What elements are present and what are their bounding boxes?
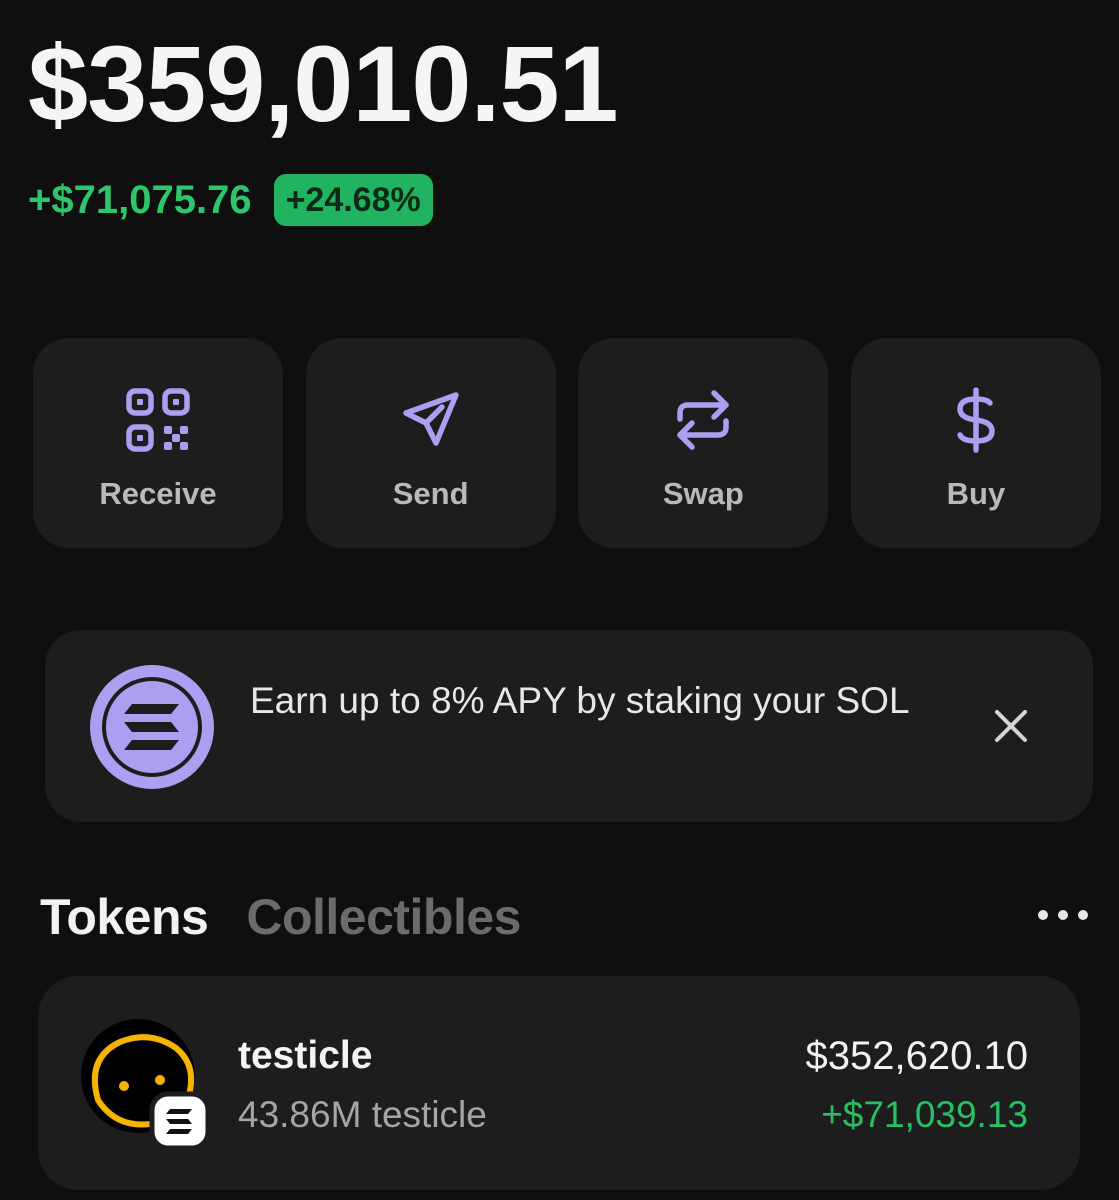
solana-badge-icon [149, 1091, 211, 1151]
token-change: +$71,039.13 [821, 1094, 1028, 1135]
swap-label: Swap [662, 476, 744, 511]
send-icon [395, 384, 467, 456]
action-buttons: Receive Send Swap Buy [33, 338, 1101, 548]
promo-text: Earn up to 8% APY by staking your SOL [250, 680, 910, 721]
balance-change-amount: +$71,075.76 [28, 178, 252, 222]
receive-button[interactable]: Receive [33, 338, 283, 548]
send-label: Send [392, 476, 469, 511]
buy-button[interactable]: Buy [850, 338, 1101, 548]
balance-change-row: +$71,075.76 +24.68% [28, 172, 433, 228]
token-name: testicle [238, 1034, 373, 1077]
token-value: $352,620.10 [805, 1034, 1028, 1078]
more-horizontal-icon[interactable] [1035, 904, 1091, 926]
qr-code-icon [122, 384, 194, 456]
receive-label: Receive [99, 476, 217, 511]
tab-collectibles[interactable]: Collectibles [246, 888, 521, 946]
token-row[interactable]: testicle 43.86M testicle $352,620.10 +$7… [38, 976, 1080, 1190]
close-icon[interactable] [991, 706, 1031, 746]
asset-tabs: Tokens Collectibles [40, 888, 521, 946]
testicle-token-avatar [80, 1018, 211, 1151]
dollar-icon [940, 384, 1012, 456]
token-amount: 43.86M testicle [238, 1094, 487, 1135]
balance-total: $359,010.51 [28, 23, 619, 144]
tab-tokens[interactable]: Tokens [40, 888, 209, 946]
balance-change-percent-badge: +24.68% [273, 174, 433, 226]
swap-button[interactable]: Swap [578, 338, 829, 548]
swap-icon [667, 384, 739, 456]
solana-logo-icon [87, 662, 217, 792]
staking-promo-banner[interactable]: Earn up to 8% APY by staking your SOL [45, 630, 1093, 822]
buy-label: Buy [946, 476, 1006, 511]
send-button[interactable]: Send [305, 338, 556, 548]
